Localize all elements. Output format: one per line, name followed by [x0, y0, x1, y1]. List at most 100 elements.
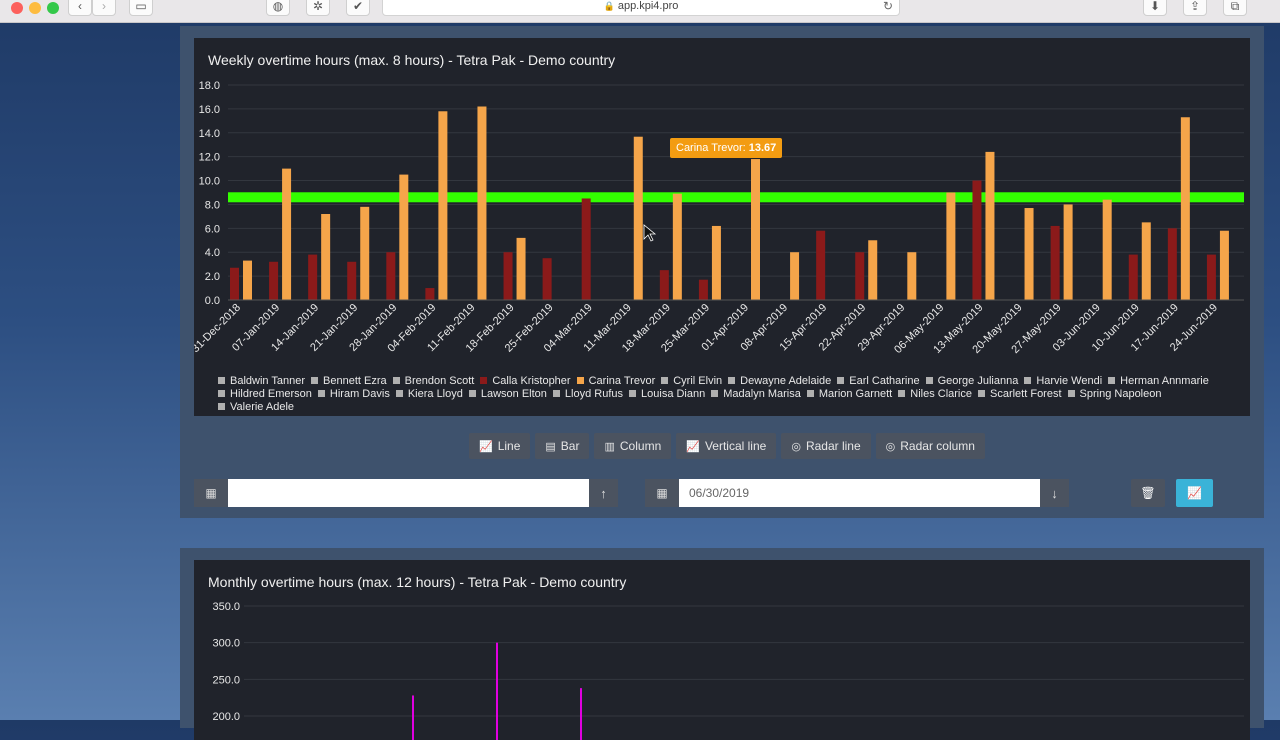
bar-calla [425, 288, 435, 300]
radar-line-button[interactable]: ◎ Radar line [781, 433, 871, 459]
legend-item[interactable]: Harvie Wendi [1024, 375, 1102, 388]
forward-icon[interactable]: › [92, 0, 116, 16]
legend-item[interactable]: Earl Catharine [837, 375, 920, 388]
legend-item[interactable]: George Julianna [925, 375, 1019, 388]
legend-item[interactable]: Brendon Scott [392, 375, 474, 388]
legend-item[interactable]: Bennett Ezra [311, 375, 387, 388]
bar-calla [581, 198, 591, 300]
back-icon[interactable]: ‹ [68, 0, 92, 16]
legend-label: Lawson Elton [480, 388, 547, 400]
bar-carina [360, 206, 370, 300]
chart-tooltip: Carina Trevor: 13.67 [670, 138, 783, 158]
tabs-icon[interactable]: ⧉ [1223, 0, 1247, 16]
bar-carina [438, 111, 448, 301]
bar-carina [477, 106, 487, 300]
legend-swatch [392, 377, 400, 384]
bar-carina [1219, 230, 1229, 300]
download-icon[interactable]: ⬇ [1143, 0, 1167, 16]
bar-calla [1206, 254, 1216, 300]
globe-icon[interactable]: ◍ [266, 0, 290, 16]
legend-swatch [480, 377, 488, 384]
legend-item[interactable]: Calla Kristopher [480, 375, 571, 388]
close-window-button[interactable] [11, 2, 23, 14]
legend-item[interactable]: Scarlett Forest [978, 388, 1062, 401]
button-label: Radar column [900, 439, 975, 453]
legend-swatch [661, 377, 669, 384]
y-tick-label: 14.0 [199, 128, 220, 140]
bar-button[interactable]: ▤ Bar [535, 433, 590, 459]
calendar-icon[interactable]: ▦ [645, 479, 679, 507]
checkmark-icon[interactable]: ✔ [346, 0, 370, 16]
radar-column-button[interactable]: ◎ Radar column [875, 433, 985, 459]
legend-label: Valerie Adele [230, 401, 295, 413]
legend-swatch [898, 390, 906, 397]
weekly-legend: Baldwin Tanner Bennett Ezra Brendon Scott C… [218, 375, 1238, 414]
y-tick-label: 2.0 [205, 271, 220, 283]
overtime-limit-line [228, 192, 1244, 203]
legend-item[interactable]: Louisa Diann [629, 388, 705, 401]
delete-button[interactable]: 🗑 [1131, 479, 1165, 507]
line-chart-icon: 📈 [479, 440, 493, 453]
start-date-input[interactable] [228, 479, 589, 507]
chart-button[interactable]: 📈 [1176, 479, 1213, 507]
legend-label: George Julianna [937, 375, 1019, 387]
legend-item[interactable]: Cyril Elvin [661, 375, 722, 388]
bar-carina [672, 193, 682, 300]
calendar-icon[interactable]: ▦ [194, 479, 228, 507]
arrow-down-icon[interactable]: ↓ [1040, 479, 1069, 507]
legend-label: Herman Annmarie [1120, 375, 1209, 387]
legend-item[interactable]: Valerie Adele [218, 401, 294, 414]
monthly-bar [496, 642, 498, 740]
share-icon[interactable]: ⇪ [1183, 0, 1207, 16]
legend-item[interactable]: Carina Trevor [576, 375, 656, 388]
weekly-panel: Weekly overtime hours (max. 8 hours) - T… [180, 26, 1264, 518]
legend-label: Hildred Emerson [230, 388, 312, 400]
legend-item[interactable]: Hiram Davis [317, 388, 390, 401]
chart-type-buttons: 📈 Line ▤ Bar ▥ Column 📈 Vertical line ◎ Radar lin… [469, 433, 985, 459]
vertical-line-button[interactable]: 📈 Vertical line [676, 433, 777, 459]
tooltip-name: Carina Trevor: [676, 142, 746, 154]
legend-item[interactable]: Madalyn Marisa [711, 388, 801, 401]
extension-icon[interactable]: ✲ [306, 0, 330, 16]
bar-carina [868, 240, 878, 300]
browser-toolbar: ‹ › ▭ ◍ ✲ ✔ 🔒 app.kpi4.pro ↻ ⬇ ⇪ ⧉ [0, 0, 1280, 23]
bar-carina [243, 260, 252, 300]
legend-item[interactable]: Niles Clarice [898, 388, 972, 401]
bar-calla [1128, 254, 1138, 300]
minimize-window-button[interactable] [29, 2, 41, 14]
legend-label: Scarlett Forest [990, 388, 1062, 400]
bar-carina [985, 151, 995, 300]
legend-item[interactable]: Dewayne Adelaide [728, 375, 831, 388]
legend-label: Lloyd Rufus [564, 388, 624, 400]
button-label: Radar line [805, 439, 861, 453]
y-tick-label: 250.0 [212, 674, 240, 686]
legend-item[interactable]: Marion Garnett [806, 388, 892, 401]
legend-item[interactable]: Spring Napoleon [1067, 388, 1161, 401]
legend-swatch [218, 403, 225, 410]
legend-label: Niles Clarice [910, 388, 972, 400]
legend-label: Carina Trevor [588, 375, 656, 387]
column-button[interactable]: ▥ Column [594, 433, 672, 459]
legend-item[interactable]: Hildred Emerson [218, 388, 312, 401]
y-tick-label: 4.0 [205, 247, 220, 259]
y-tick-label: 0.0 [205, 295, 220, 307]
reload-icon[interactable]: ↻ [883, 0, 893, 13]
bar-calla [1167, 228, 1177, 300]
legend-item[interactable]: Lawson Elton [468, 388, 547, 401]
bar-carina [790, 252, 800, 300]
address-bar[interactable]: 🔒 app.kpi4.pro ↻ [382, 0, 900, 16]
bar-carina [399, 174, 409, 300]
sidebar-icon[interactable]: ▭ [129, 0, 153, 16]
legend-item[interactable]: Baldwin Tanner [218, 375, 305, 388]
zoom-window-button[interactable] [47, 2, 59, 14]
legend-swatch [837, 377, 845, 384]
line-button[interactable]: 📈 Line [469, 433, 531, 459]
legend-item[interactable]: Kiera Lloyd [395, 388, 463, 401]
bar-calla [855, 252, 865, 300]
legend-swatch [711, 390, 719, 397]
arrow-up-icon[interactable]: ↑ [589, 479, 618, 507]
legend-item[interactable]: Lloyd Rufus [552, 388, 624, 401]
button-label: Column [619, 439, 662, 453]
legend-item[interactable]: Herman Annmarie [1108, 375, 1209, 388]
end-date-input[interactable] [679, 479, 1040, 507]
